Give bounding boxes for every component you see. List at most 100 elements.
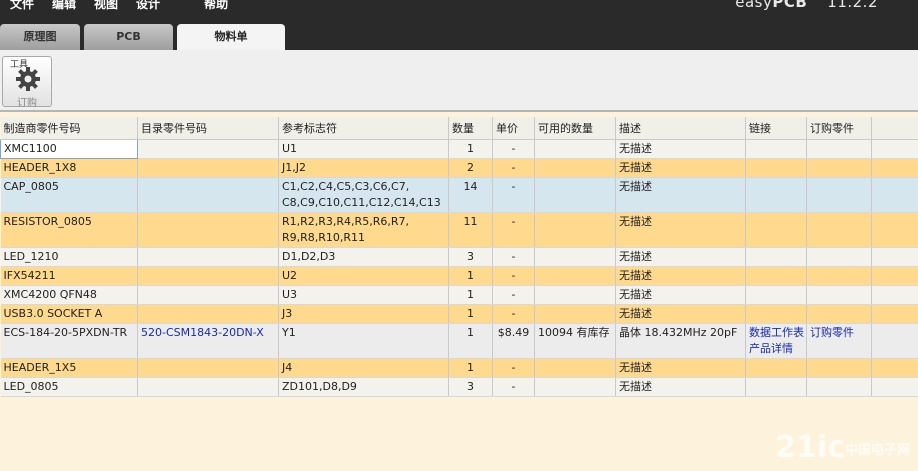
cell-spacer[interactable] [871, 323, 918, 359]
cell-refdes[interactable]: J3 [278, 304, 449, 324]
cell-qty[interactable]: 3 [448, 377, 493, 397]
product-details-link[interactable]: 产品详情 [749, 341, 803, 357]
cell-refdes[interactable]: U3 [278, 285, 449, 305]
column-header-desc[interactable]: 描述 [615, 117, 746, 140]
column-header-link[interactable]: 链接 [745, 117, 807, 140]
cell-mpn[interactable]: IFX54211 [0, 266, 138, 286]
datasheet-link[interactable]: 数据工作表 [749, 325, 804, 341]
cell-catalog[interactable] [137, 177, 279, 213]
cell-link[interactable] [745, 158, 807, 178]
cell-qty[interactable]: 3 [448, 247, 493, 267]
cell-spacer[interactable] [871, 212, 918, 248]
cell-price[interactable]: - [492, 285, 535, 305]
cell-price[interactable]: - [492, 377, 535, 397]
cell-price[interactable]: $8.49 [492, 323, 535, 359]
cell-refdes[interactable]: U1 [278, 139, 449, 159]
menu-design[interactable]: 设计 [136, 0, 160, 12]
cell-qty[interactable]: 14 [448, 177, 493, 213]
cell-catalog[interactable] [137, 247, 279, 267]
cell-catalog[interactable] [137, 212, 279, 248]
cell-avail[interactable] [534, 212, 616, 248]
cell-mpn[interactable]: ECS-184-20-5PXDN-TR [0, 323, 138, 359]
cell-order[interactable] [806, 285, 872, 305]
cell-mpn[interactable]: XMC1100 [0, 138, 138, 159]
cell-qty[interactable]: 1 [448, 266, 493, 286]
column-header-avail[interactable]: 可用的数量 [534, 117, 616, 140]
tab-bom[interactable]: 物料单 [177, 24, 285, 52]
cell-catalog[interactable] [137, 266, 279, 286]
cell-mpn[interactable]: RESISTOR_0805 [0, 212, 138, 248]
cell-price[interactable]: - [492, 247, 535, 267]
menu-view[interactable]: 视图 [94, 0, 118, 12]
cell-refdes[interactable]: D1,D2,D3 [278, 247, 449, 267]
cell-order[interactable] [806, 212, 872, 248]
tab-schematic[interactable]: 原理图 [0, 24, 80, 50]
cell-desc[interactable]: 无描述 [615, 247, 746, 267]
cell-order[interactable] [806, 266, 872, 286]
cell-order[interactable] [806, 139, 872, 159]
cell-desc[interactable]: 无描述 [615, 158, 746, 178]
table-row[interactable]: HEADER_1X5 J4 1 - 无描述 [0, 358, 918, 378]
cell-link[interactable]: 数据工作表 产品详情 [745, 323, 807, 359]
cell-avail[interactable] [534, 377, 616, 397]
cell-desc[interactable]: 无描述 [615, 177, 746, 213]
cell-desc[interactable]: 无描述 [615, 358, 746, 378]
cell-price[interactable]: - [492, 177, 535, 213]
cell-spacer[interactable] [871, 358, 918, 378]
cell-order[interactable] [806, 358, 872, 378]
cell-spacer[interactable] [871, 247, 918, 267]
cell-catalog[interactable] [137, 285, 279, 305]
table-row[interactable]: HEADER_1X8 J1,J2 2 - 无描述 [0, 158, 918, 178]
cell-order[interactable] [806, 177, 872, 213]
cell-refdes[interactable]: J4 [278, 358, 449, 378]
cell-price[interactable]: - [492, 266, 535, 286]
cell-desc[interactable]: 无描述 [615, 377, 746, 397]
cell-spacer[interactable] [871, 266, 918, 286]
table-row[interactable]: IFX54211 U2 1 - 无描述 [0, 266, 918, 286]
cell-mpn[interactable]: HEADER_1X8 [0, 158, 138, 178]
column-header-qty[interactable]: 数量 [448, 117, 493, 140]
column-header-mpn[interactable]: 制造商零件号码 [0, 117, 138, 140]
cell-link[interactable] [745, 247, 807, 267]
table-row[interactable]: LED_1210 D1,D2,D3 3 - 无描述 [0, 247, 918, 267]
order-button[interactable]: 工具 订购 [2, 56, 52, 109]
cell-qty[interactable]: 1 [448, 323, 493, 359]
cell-spacer[interactable] [871, 158, 918, 178]
cell-spacer[interactable] [871, 177, 918, 213]
cell-desc[interactable]: 无描述 [615, 266, 746, 286]
cell-link[interactable] [745, 177, 807, 213]
cell-refdes[interactable]: J1,J2 [278, 158, 449, 178]
cell-order[interactable] [806, 304, 872, 324]
cell-avail[interactable]: 10094 有库存 [534, 323, 616, 359]
cell-desc[interactable]: 无描述 [615, 285, 746, 305]
cell-mpn[interactable]: XMC4200 QFN48 [0, 285, 138, 305]
cell-avail[interactable] [534, 358, 616, 378]
cell-avail[interactable] [534, 304, 616, 324]
cell-desc[interactable]: 无描述 [615, 212, 746, 248]
cell-avail[interactable] [534, 247, 616, 267]
cell-mpn[interactable]: HEADER_1X5 [0, 358, 138, 378]
cell-avail[interactable] [534, 266, 616, 286]
cell-order[interactable] [806, 247, 872, 267]
column-header-refdes[interactable]: 参考标志符 [278, 117, 449, 140]
cell-refdes[interactable]: R1,R2,R3,R4,R5,R6,R7, R9,R8,R10,R11 [278, 212, 449, 248]
cell-desc[interactable]: 晶体 18.432MHz 20pF [615, 323, 746, 359]
menu-edit[interactable]: 编辑 [52, 0, 76, 12]
cell-price[interactable]: - [492, 158, 535, 178]
cell-mpn[interactable]: CAP_0805 [0, 177, 138, 213]
cell-spacer[interactable] [871, 304, 918, 324]
table-row[interactable]: CAP_0805 C1,C2,C4,C5,C3,C6,C7, C8,C9,C10,… [0, 177, 918, 213]
cell-spacer[interactable] [871, 285, 918, 305]
cell-mpn[interactable]: LED_0805 [0, 377, 138, 397]
tab-pcb[interactable]: PCB [84, 24, 173, 50]
cell-desc[interactable]: 无描述 [615, 304, 746, 324]
cell-mpn[interactable]: USB3.0 SOCKET A [0, 304, 138, 324]
column-header-catalog[interactable]: 目录零件号码 [137, 117, 279, 140]
cell-catalog[interactable]: 520-CSM1843-20DN-X [137, 323, 279, 359]
column-header-price[interactable]: 单价 [492, 117, 535, 140]
cell-refdes[interactable]: U2 [278, 266, 449, 286]
table-row[interactable]: XMC1100 U1 1 - 无描述 [0, 138, 918, 159]
cell-qty[interactable]: 1 [448, 358, 493, 378]
cell-order[interactable]: 订购零件 [806, 323, 872, 359]
cell-catalog[interactable] [137, 377, 279, 397]
